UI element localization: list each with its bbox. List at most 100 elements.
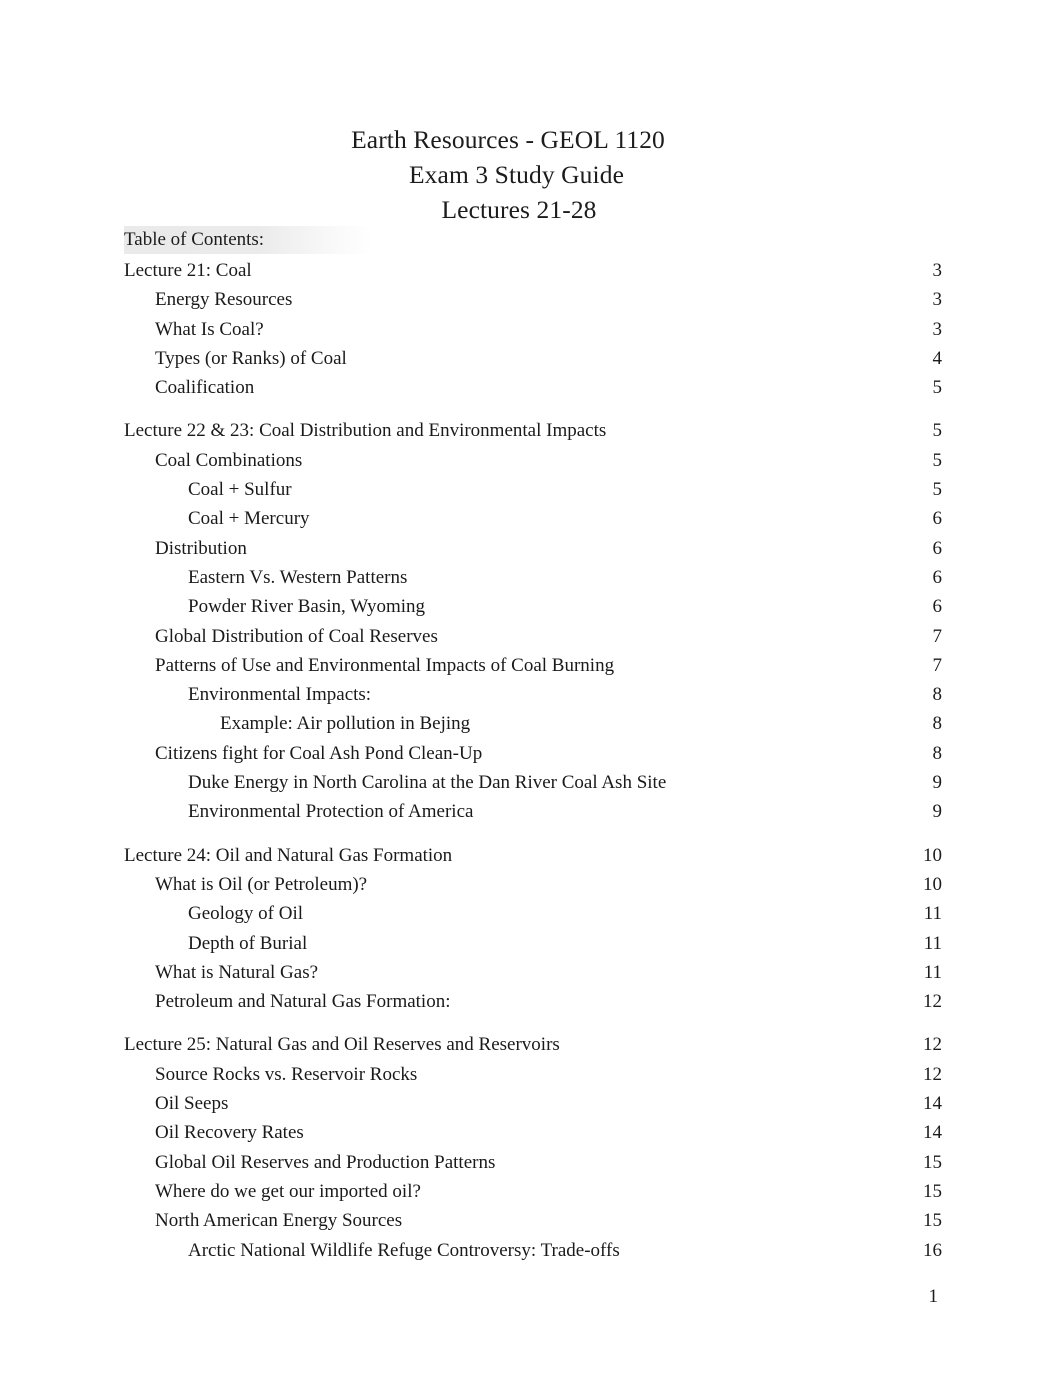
toc-entry[interactable]: Duke Energy in North Carolina at the Dan… <box>124 768 942 797</box>
toc-entry[interactable]: Source Rocks vs. Reservoir Rocks 12 <box>124 1060 942 1089</box>
toc-entry[interactable]: Environmental Impacts: 8 <box>124 680 942 709</box>
toc-entry-label: Environmental Impacts: <box>188 684 372 706</box>
toc-entry-label: North American Energy Sources <box>155 1210 403 1232</box>
toc-entry-page-number: 5 <box>932 377 943 399</box>
toc-entry[interactable]: Arctic National Wildlife Refuge Controve… <box>124 1236 942 1265</box>
toc-entry-page-number: 3 <box>932 260 943 281</box>
toc-entry-page-number: 12 <box>923 1063 942 1085</box>
toc-entry-page-number: 8 <box>932 742 943 764</box>
toc-entry-label: Energy Resources <box>155 289 293 311</box>
toc-entry-page-number: 12 <box>923 1034 942 1056</box>
document-page: Earth Resources - GEOL 1120 Exam 3 Study… <box>0 0 1062 1377</box>
toc-entry-page-number: 15 <box>923 1210 942 1232</box>
toc-entry-page-number: 14 <box>923 1093 942 1115</box>
toc-group: Lecture 21: Coal 3 Energy Resources 3 What I… <box>124 256 942 402</box>
toc-entry-label: Coal Combinations <box>155 449 303 471</box>
toc-entry-page-number: 6 <box>932 596 943 618</box>
document-title-line-1: Earth Resources - GEOL 1120 <box>351 125 665 154</box>
toc-entry[interactable]: Coal Combinations 5 <box>124 446 942 475</box>
toc-entry-label: Citizens fight for Coal Ash Pond Clean-U… <box>155 742 483 764</box>
toc-entry-page-number: 6 <box>932 566 943 588</box>
toc-entry-page-number: 9 <box>932 772 943 794</box>
toc-entry[interactable]: Powder River Basin, Wyoming 6 <box>124 592 942 621</box>
toc-entry[interactable]: Oil Recovery Rates 14 <box>124 1118 942 1147</box>
document-title-block: Earth Resources - GEOL 1120 Exam 3 Study… <box>124 122 914 227</box>
toc-entry-label: Environmental Protection of America <box>188 801 474 823</box>
toc-entry[interactable]: Depth of Burial 11 <box>124 929 942 958</box>
toc-entry[interactable]: Lecture 21: Coal 3 <box>124 256 942 285</box>
toc-entry-label: Oil Seeps <box>155 1093 229 1115</box>
toc-entry-page-number: 4 <box>932 347 943 369</box>
toc-entry[interactable]: What is Oil (or Petroleum)? 10 <box>124 870 942 899</box>
toc-entry-page-number: 3 <box>932 318 943 340</box>
toc-entry-label: Depth of Burial <box>188 932 308 954</box>
toc-entry-page-number: 5 <box>932 479 943 501</box>
toc-entry-page-number: 8 <box>932 684 943 706</box>
document-title-line-3: Lectures 21-28 <box>441 195 597 224</box>
toc-entry[interactable]: North American Energy Sources 15 <box>124 1206 942 1235</box>
toc-entry-label: Distribution <box>155 537 247 559</box>
table-of-contents-heading-wrapper: Table of Contents: <box>124 226 624 254</box>
toc-entry-label: Petroleum and Natural Gas Formation: <box>155 991 451 1013</box>
toc-entry[interactable]: Lecture 24: Oil and Natural Gas Formatio… <box>124 841 942 870</box>
toc-entry-page-number: 5 <box>932 449 943 471</box>
toc-entry-page-number: 11 <box>923 903 942 925</box>
toc-entry-label: Types (or Ranks) of Coal <box>155 347 347 369</box>
toc-entry-label: Arctic National Wildlife Refuge Controve… <box>188 1239 620 1261</box>
toc-entry[interactable]: Distribution 6 <box>124 534 942 563</box>
toc-entry[interactable]: Coalification 5 <box>124 373 942 402</box>
toc-entry-label: Lecture 24: Oil and Natural Gas Formatio… <box>124 844 453 866</box>
toc-entry[interactable]: Environmental Protection of America 9 <box>124 797 942 826</box>
toc-entry-label: Geology of Oil <box>188 903 304 925</box>
toc-entry-page-number: 5 <box>932 420 943 442</box>
toc-entry[interactable]: Coal + Mercury 6 <box>124 504 942 533</box>
toc-entry[interactable]: Petroleum and Natural Gas Formation: 12 <box>124 987 942 1016</box>
toc-entry-page-number: 11 <box>923 932 942 954</box>
toc-entry-label: What is Oil (or Petroleum)? <box>155 873 368 895</box>
toc-entry-page-number: 14 <box>923 1122 942 1144</box>
toc-entry[interactable]: Lecture 25: Natural Gas and Oil Reserves… <box>124 1030 942 1059</box>
toc-entry[interactable]: Example: Air pollution in Bejing 8 <box>124 709 942 738</box>
toc-entry[interactable]: Oil Seeps 14 <box>124 1089 942 1118</box>
toc-entry[interactable]: What is Natural Gas? 11 <box>124 958 942 987</box>
toc-group: Lecture 22 & 23: Coal Distribution and E… <box>124 416 942 826</box>
toc-entry-page-number: 12 <box>923 991 942 1013</box>
toc-entry-page-number: 10 <box>923 873 942 895</box>
toc-entry-page-number: 3 <box>932 289 943 311</box>
toc-entry[interactable]: Citizens fight for Coal Ash Pond Clean-U… <box>124 739 942 768</box>
toc-entry-page-number: 16 <box>923 1239 942 1261</box>
toc-entry-label: What Is Coal? <box>155 318 264 340</box>
toc-entry[interactable]: Geology of Oil 11 <box>124 899 942 928</box>
toc-entry-label: Oil Recovery Rates <box>155 1122 304 1144</box>
toc-entry-label: Powder River Basin, Wyoming <box>188 596 426 618</box>
toc-entry-label: Lecture 21: Coal <box>124 260 252 281</box>
toc-group: Lecture 24: Oil and Natural Gas Formatio… <box>124 841 942 1017</box>
toc-entry-label: Where do we get our imported oil? <box>155 1180 421 1202</box>
toc-entry-page-number: 9 <box>932 801 943 823</box>
toc-entry[interactable]: Where do we get our imported oil? 15 <box>124 1177 942 1206</box>
toc-entry[interactable]: What Is Coal? 3 <box>124 315 942 344</box>
toc-entry[interactable]: Eastern Vs. Western Patterns 6 <box>124 563 942 592</box>
toc-entry-label: Source Rocks vs. Reservoir Rocks <box>155 1063 418 1085</box>
toc-entry-label: Duke Energy in North Carolina at the Dan… <box>188 772 667 794</box>
toc-entry-page-number: 7 <box>932 625 943 647</box>
toc-entry-page-number: 6 <box>932 508 943 530</box>
toc-entry[interactable]: Global Distribution of Coal Reserves 7 <box>124 622 942 651</box>
toc-entry[interactable]: Patterns of Use and Environmental Impact… <box>124 651 942 680</box>
toc-entry[interactable]: Energy Resources 3 <box>124 285 942 314</box>
toc-entry-label: Global Oil Reserves and Production Patte… <box>155 1151 496 1173</box>
toc-entry-label: What is Natural Gas? <box>155 961 319 983</box>
toc-entry-page-number: 7 <box>932 654 943 676</box>
footer-page-number: 1 <box>928 1286 939 1307</box>
toc-entry-label: Coalification <box>155 377 255 399</box>
table-of-contents-list: Lecture 21: Coal 3 Energy Resources 3 What I… <box>124 256 942 1265</box>
toc-entry-page-number: 6 <box>932 537 943 559</box>
toc-entry-label: Eastern Vs. Western Patterns <box>188 566 408 588</box>
toc-entry[interactable]: Lecture 22 & 23: Coal Distribution and E… <box>124 416 942 445</box>
toc-entry-page-number: 15 <box>923 1180 942 1202</box>
toc-entry[interactable]: Coal + Sulfur 5 <box>124 475 942 504</box>
toc-entry[interactable]: Global Oil Reserves and Production Patte… <box>124 1148 942 1177</box>
toc-entry-page-number: 11 <box>923 961 942 983</box>
table-of-contents-heading: Table of Contents: <box>124 226 373 254</box>
toc-entry[interactable]: Types (or Ranks) of Coal 4 <box>124 344 942 373</box>
